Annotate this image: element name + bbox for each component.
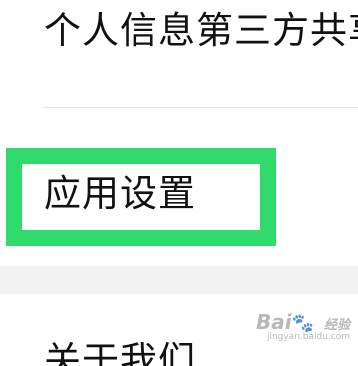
settings-item-label: 应用设置 (44, 172, 196, 215)
settings-item-label: 关于我们 (44, 339, 196, 366)
watermark-suffix: 经验 (323, 318, 350, 333)
settings-item-label: 个人信息第三方共享清单 (44, 9, 358, 52)
settings-item-app-settings[interactable]: 应用设置 (0, 108, 358, 266)
section-separator (0, 266, 358, 294)
watermark-logo: Bai🐾 经验 (256, 312, 350, 333)
watermark-url: jingyan.baidu.com (266, 332, 350, 343)
paw-icon: 🐾 (291, 313, 314, 334)
settings-item-third-party-sharing[interactable]: 个人信息第三方共享清单 (0, 0, 358, 108)
watermark: Bai🐾 经验 jingyan.baidu.com (256, 312, 350, 343)
watermark-logo-text: Bai (255, 310, 292, 334)
